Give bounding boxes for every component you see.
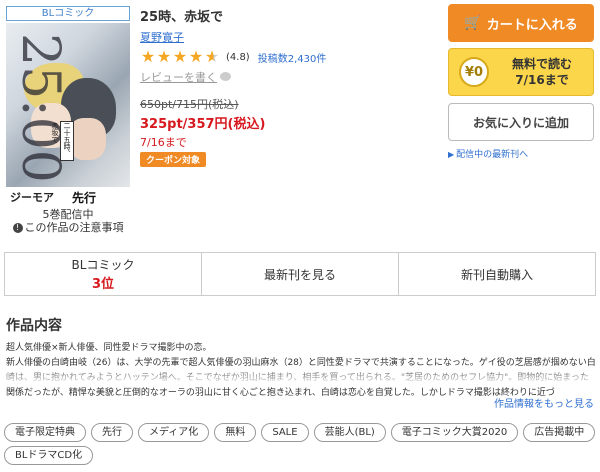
tag-chip[interactable]: 電子限定特典 bbox=[4, 423, 86, 442]
description-fade bbox=[6, 370, 596, 384]
cover-label-logo: ジーモア bbox=[10, 191, 54, 204]
info-icon: ! bbox=[12, 223, 23, 233]
review-count-link[interactable]: 投稿数2,430件 bbox=[258, 50, 327, 65]
cart-icon: 🛒 bbox=[464, 15, 482, 31]
coupon-badge: クーポン対象 bbox=[140, 152, 207, 167]
rating-row: ★ ★ ★ ★ ★ (4.8) 投稿数2,430件 bbox=[140, 48, 440, 66]
read-free-line2: 7/16まで bbox=[515, 73, 569, 87]
read-free-label: 無料で読む 7/16まで bbox=[497, 56, 587, 88]
ranking-cell[interactable]: BLコミック 3位 bbox=[5, 253, 202, 295]
auto-purchase-button[interactable]: 新刊自動購入 bbox=[399, 253, 595, 295]
author-link[interactable]: 夏野寛子 bbox=[140, 29, 440, 45]
list-price: 650pt/715円(税込) bbox=[140, 98, 239, 111]
write-review-label: レビューを書く bbox=[140, 71, 217, 84]
notice-link[interactable]: ! この作品の注意事項 bbox=[6, 219, 130, 235]
tag-chip[interactable]: BLドラマCD化 bbox=[4, 446, 94, 465]
view-latest-button[interactable]: 最新刊を見る bbox=[202, 253, 399, 295]
add-to-cart-button[interactable]: 🛒 カートに入れる bbox=[448, 4, 594, 42]
yen-zero-icon: ¥0 bbox=[459, 57, 489, 87]
tag-chip[interactable]: 電子コミック大賞2020 bbox=[390, 423, 519, 442]
description-line1: 超人気俳優×新人俳優、同性愛ドラマ撮影中の恋。 bbox=[6, 343, 212, 353]
tag-chip[interactable]: 芸能人(BL) bbox=[313, 423, 386, 442]
cover-label-new: 先行 bbox=[72, 191, 97, 205]
tag-chip[interactable]: 無料 bbox=[214, 423, 257, 442]
latest-volume-link[interactable]: ▶ 配信中の最新刊へ bbox=[448, 147, 594, 160]
tag-chip[interactable]: 先行 bbox=[91, 423, 133, 442]
sale-price: 325pt/357円(税込) bbox=[140, 117, 266, 132]
star-icon: ★ bbox=[140, 47, 156, 66]
read-free-button[interactable]: ¥0 無料で読む 7/16まで bbox=[448, 48, 594, 96]
more-info-link[interactable]: 作品情報をもっと見る bbox=[494, 395, 594, 410]
cover-big-number: 25:00 bbox=[10, 33, 70, 183]
add-to-cart-label: カートに入れる bbox=[486, 17, 578, 33]
cover-title-box: 二十五時、赤坂で bbox=[51, 121, 74, 161]
tag-chip[interactable]: メディア化 bbox=[138, 423, 210, 442]
ranking-category: BLコミック bbox=[71, 258, 135, 272]
star-icon: ★ bbox=[156, 47, 172, 66]
tag-list: 電子限定特典 先行 メディア化 無料 SALE 芸能人(BL) 電子コミック大賞2020 広告… bbox=[4, 423, 596, 465]
notice-link-label: この作品の注意事項 bbox=[24, 221, 124, 234]
read-free-line1: 無料で読む bbox=[511, 57, 572, 71]
speech-bubble-icon bbox=[220, 72, 231, 81]
star-icon: ★ bbox=[188, 47, 204, 66]
rank-bar: BLコミック 3位 最新刊を見る 新刊自動購入 bbox=[4, 252, 596, 296]
latest-volume-label: 配信中の最新刊へ bbox=[456, 150, 529, 160]
star-icon: ★ bbox=[172, 47, 188, 66]
tag-chip[interactable]: 広告掲載中 bbox=[523, 423, 596, 442]
write-review-link[interactable]: レビューを書く bbox=[140, 69, 440, 85]
cover-column: BLコミック 25:00 二十五時、赤坂で ジーモア 先行 bbox=[6, 6, 130, 209]
rating-stars: ★ ★ ★ ★ ★ bbox=[140, 49, 220, 65]
tag-chip[interactable]: SALE bbox=[261, 423, 309, 442]
category-tag[interactable]: BLコミック bbox=[6, 6, 130, 21]
content-heading: 作品内容 bbox=[6, 318, 62, 334]
ranking-position: 3位 bbox=[91, 277, 115, 292]
star-half-icon: ★ bbox=[204, 47, 220, 66]
action-panel: 🛒 カートに入れる ¥0 無料で読む 7/16まで お気に入りに追加 ▶ 配信中の… bbox=[448, 4, 594, 160]
product-info: 25時、赤坂で 夏野寛子 ★ ★ ★ ★ ★ (4.8) 投稿数2,430件 レ… bbox=[140, 6, 440, 167]
add-favorite-button[interactable]: お気に入りに追加 bbox=[448, 103, 594, 141]
book-title: 25時、赤坂で bbox=[140, 10, 224, 25]
book-cover-image[interactable]: 25:00 二十五時、赤坂で ジーモア 先行 bbox=[6, 23, 130, 209]
triangle-right-icon: ▶ bbox=[448, 150, 455, 159]
rating-value: (4.8) bbox=[226, 51, 250, 63]
sale-until: 7/16まで bbox=[140, 136, 187, 149]
